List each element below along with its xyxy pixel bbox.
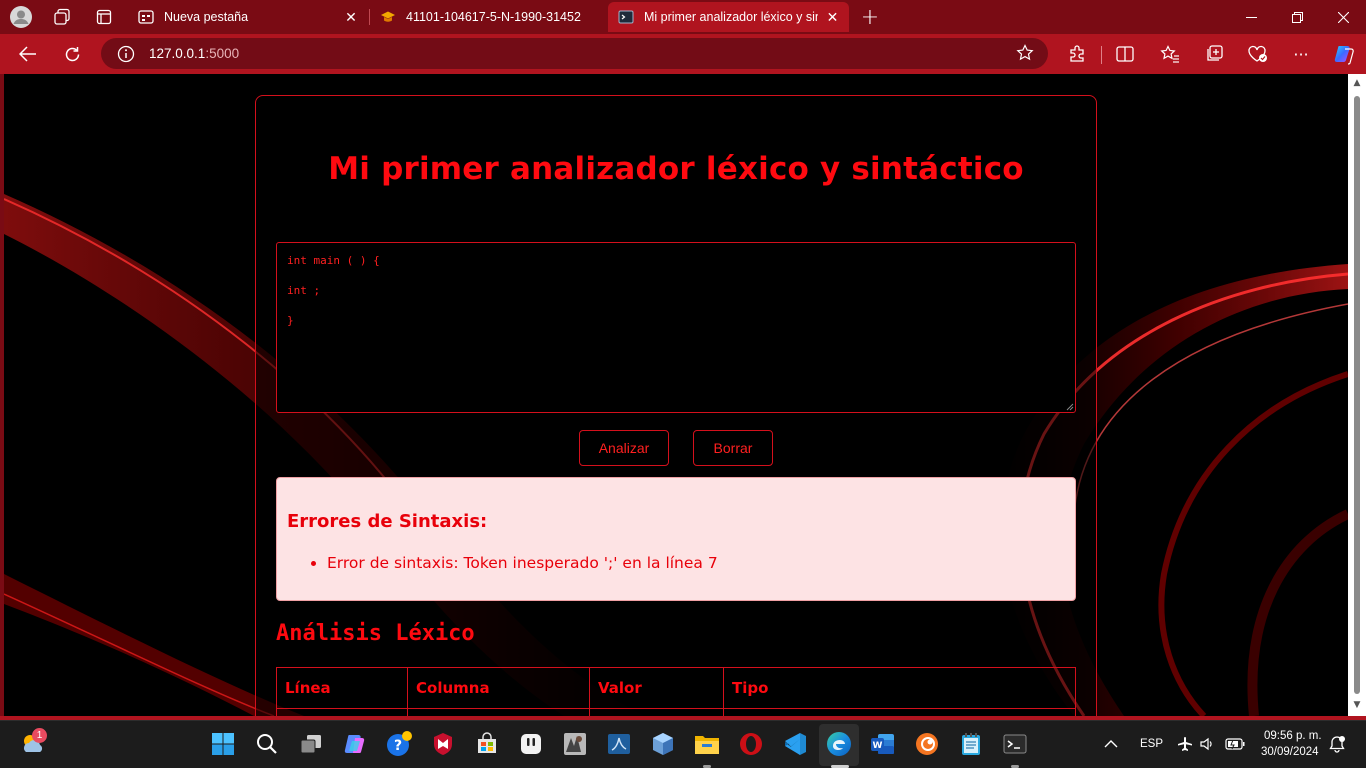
tab-title: Mi primer analizador léxico y sintá <box>644 10 819 24</box>
tab-bar: Nueva pestaña ✕ 41101-104617-5-N-1990-31… <box>0 0 1366 34</box>
table-row <box>276 708 1076 716</box>
page-scrollbar[interactable]: ▲ ▼ <box>1348 74 1366 716</box>
close-tab-icon[interactable]: ✕ <box>826 9 839 26</box>
svg-text:W: W <box>873 741 883 751</box>
notepad-icon[interactable] <box>958 731 984 757</box>
tab-actions-icon[interactable] <box>93 6 115 28</box>
navigation-bar: 127.0.0.1:5000 ··· <box>0 34 1366 74</box>
notifications-bell-icon[interactable] <box>1326 731 1348 757</box>
task-view-icon[interactable] <box>298 731 324 757</box>
browser-essentials-icon[interactable] <box>1246 43 1270 65</box>
errors-list: Error de sintaxis: Token inesperado ';' … <box>327 554 718 572</box>
virtualbox-icon[interactable] <box>650 731 676 757</box>
tab-title: 41101-104617-5-N-1990-31452 <box>406 10 581 24</box>
lexical-table: Línea Columna Valor Tipo <box>276 667 1076 716</box>
copilot-taskbar-icon[interactable] <box>342 731 368 757</box>
table-header-row: Línea Columna Valor Tipo <box>276 667 1076 709</box>
edge-browser-icon[interactable] <box>826 731 852 757</box>
url-host: 127.0.0.1 <box>149 46 206 61</box>
code-line: int ; <box>287 284 321 297</box>
airplane-mode-icon[interactable] <box>1175 731 1195 757</box>
scroll-up-icon[interactable]: ▲ <box>1352 78 1362 88</box>
column-header-line: Línea <box>276 667 408 709</box>
notification-badge: 1 <box>32 728 47 743</box>
url-port: :5000 <box>205 46 240 61</box>
address-bar[interactable]: 127.0.0.1:5000 <box>101 38 1048 69</box>
tab-analyzer[interactable]: Mi primer analizador léxico y sintá ✕ <box>608 2 849 32</box>
page-title: Mi primer analizador léxico y sintáctico <box>328 151 1024 187</box>
favorites-list-icon[interactable] <box>1158 43 1182 65</box>
favorite-star-icon[interactable] <box>1016 44 1034 62</box>
clock-date[interactable]: 30/09/2024 <box>1261 746 1319 758</box>
close-window-icon[interactable] <box>1320 0 1366 34</box>
close-tab-icon[interactable]: ✕ <box>344 9 358 26</box>
svg-text:?: ? <box>394 738 402 754</box>
syntax-errors-panel: Errores de Sintaxis: Error de sintaxis: … <box>276 477 1076 601</box>
search-icon[interactable] <box>254 731 280 757</box>
file-explorer-icon[interactable] <box>694 731 720 757</box>
terminal-icon[interactable] <box>1002 731 1028 757</box>
mcafee-icon[interactable] <box>430 731 456 757</box>
error-item: Error de sintaxis: Token inesperado ';' … <box>327 554 718 572</box>
column-header-value: Valor <box>589 667 724 709</box>
crunchyroll-icon[interactable] <box>914 731 940 757</box>
back-arrow-icon[interactable] <box>16 43 40 65</box>
column-header-type: Tipo <box>723 667 1076 709</box>
microsoft-store-icon[interactable] <box>474 731 500 757</box>
start-menu-icon[interactable] <box>210 731 236 757</box>
volume-icon[interactable] <box>1197 731 1217 757</box>
errors-heading: Errores de Sintaxis: <box>287 511 488 532</box>
windows-taskbar: 1 ? W ESP 09:56 p. m. 30/09/2024 <box>0 720 1366 768</box>
new-tab-page-icon <box>138 10 154 24</box>
site-info-icon[interactable] <box>117 45 135 63</box>
copilot-icon[interactable] <box>1332 43 1356 65</box>
analyzer-card: Mi primer analizador léxico y sintáctico… <box>255 95 1097 716</box>
scroll-down-icon[interactable]: ▼ <box>1352 700 1362 710</box>
scrollbar-thumb[interactable] <box>1354 96 1360 694</box>
clear-button[interactable]: Borrar <box>693 430 773 466</box>
graduation-cap-icon <box>381 11 395 22</box>
word-icon[interactable]: W <box>870 731 896 757</box>
url-text: 127.0.0.1:5000 <box>149 46 239 61</box>
minimize-icon[interactable] <box>1228 0 1274 34</box>
page-viewport: Mi primer analizador léxico y sintáctico… <box>4 74 1348 716</box>
new-tab-plus-icon[interactable]: + <box>859 5 881 30</box>
opera-icon[interactable] <box>738 731 764 757</box>
input-language[interactable]: ESP <box>1140 738 1163 750</box>
toolbar-divider <box>1101 46 1102 64</box>
game-app-icon[interactable] <box>562 731 588 757</box>
refresh-icon[interactable] <box>60 43 84 65</box>
workspaces-icon[interactable] <box>51 6 73 28</box>
lexical-analysis-heading: Análisis Léxico <box>276 621 475 646</box>
weather-widget-icon[interactable]: 1 <box>20 728 48 757</box>
tab-title: Nueva pestaña <box>164 10 249 24</box>
extensions-icon[interactable] <box>1065 43 1089 65</box>
column-header-column: Columna <box>407 667 590 709</box>
show-hidden-icons-chevron-icon[interactable] <box>1098 731 1124 757</box>
battery-icon[interactable] <box>1223 731 1247 757</box>
get-help-icon[interactable]: ? <box>386 731 412 757</box>
restore-icon[interactable] <box>1274 0 1320 34</box>
vscode-icon[interactable] <box>782 731 808 757</box>
analyze-button[interactable]: Analizar <box>579 430 669 466</box>
code-line: } <box>287 314 294 327</box>
resize-grip-icon[interactable] <box>1066 403 1074 411</box>
app-icon-white-square[interactable] <box>518 731 544 757</box>
profile-avatar-icon[interactable] <box>10 6 32 28</box>
wireshark-icon[interactable] <box>606 731 632 757</box>
terminal-favicon-icon <box>618 10 634 24</box>
tab-pdf-document[interactable]: 41101-104617-5-N-1990-31452 <box>370 2 608 32</box>
tab-new-tab[interactable]: Nueva pestaña ✕ <box>128 2 368 32</box>
code-line: int main ( ) { <box>287 254 380 267</box>
split-screen-icon[interactable] <box>1113 43 1137 65</box>
code-input-textarea[interactable]: int main ( ) { int ; } <box>276 242 1076 413</box>
collections-icon[interactable] <box>1202 43 1226 65</box>
clock-time[interactable]: 09:56 p. m. <box>1264 730 1322 742</box>
more-options-icon[interactable]: ··· <box>1289 43 1313 65</box>
